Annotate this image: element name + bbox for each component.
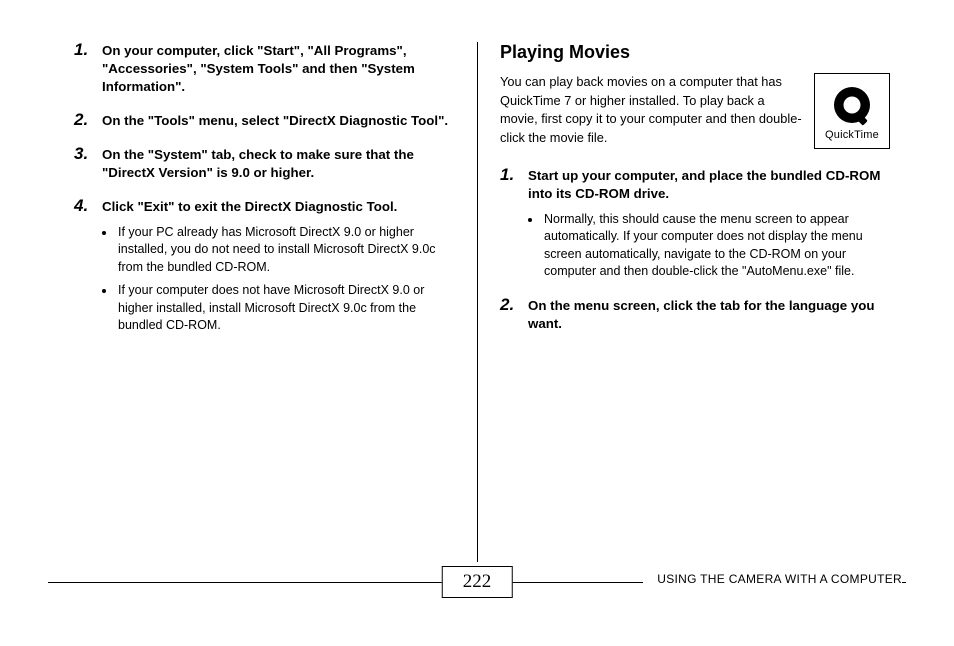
manual-page: On your computer, click "Start", "All Pr… (0, 0, 954, 646)
footer-section-label: USING THE CAMERA WITH A COMPUTER (643, 572, 902, 586)
sub-bullet-list: Normally, this should cause the menu scr… (542, 211, 890, 281)
page-number: 222 (442, 566, 513, 598)
step-text: Start up your computer, and place the bu… (528, 167, 890, 203)
step-text: On the "System" tab, check to make sure … (102, 146, 455, 182)
step-text: On the "Tools" menu, select "DirectX Dia… (102, 112, 455, 130)
right-steps-list: Start up your computer, and place the bu… (500, 167, 890, 333)
step-text: Click "Exit" to exit the DirectX Diagnos… (102, 198, 455, 216)
section-heading: Playing Movies (500, 42, 890, 63)
step-item: Start up your computer, and place the bu… (500, 167, 890, 281)
page-footer: USING THE CAMERA WITH A COMPUTER 222 (0, 582, 954, 628)
sub-bullet: If your computer does not have Microsoft… (116, 282, 455, 335)
intro-text: You can play back movies on a computer t… (500, 73, 802, 147)
step-text: On your computer, click "Start", "All Pr… (102, 42, 455, 96)
left-column: On your computer, click "Start", "All Pr… (48, 42, 477, 562)
step-item: On the menu screen, click the tab for th… (500, 297, 890, 333)
sub-bullet-list: If your PC already has Microsoft DirectX… (116, 224, 455, 335)
intro-row: You can play back movies on a computer t… (500, 73, 890, 149)
columns-wrapper: On your computer, click "Start", "All Pr… (48, 42, 906, 562)
sub-bullet: Normally, this should cause the menu scr… (542, 211, 890, 281)
sub-bullet: If your PC already has Microsoft DirectX… (116, 224, 455, 277)
step-item: On the "Tools" menu, select "DirectX Dia… (74, 112, 455, 130)
step-item: Click "Exit" to exit the DirectX Diagnos… (74, 198, 455, 335)
right-column: Playing Movies You can play back movies … (477, 42, 906, 562)
quicktime-icon (830, 83, 874, 127)
left-steps-list: On your computer, click "Start", "All Pr… (74, 42, 455, 335)
quicktime-label: QuickTime (825, 129, 879, 141)
quicktime-logo-box: QuickTime (814, 73, 890, 149)
step-item: On the "System" tab, check to make sure … (74, 146, 455, 182)
step-text: On the menu screen, click the tab for th… (528, 297, 890, 333)
step-item: On your computer, click "Start", "All Pr… (74, 42, 455, 96)
